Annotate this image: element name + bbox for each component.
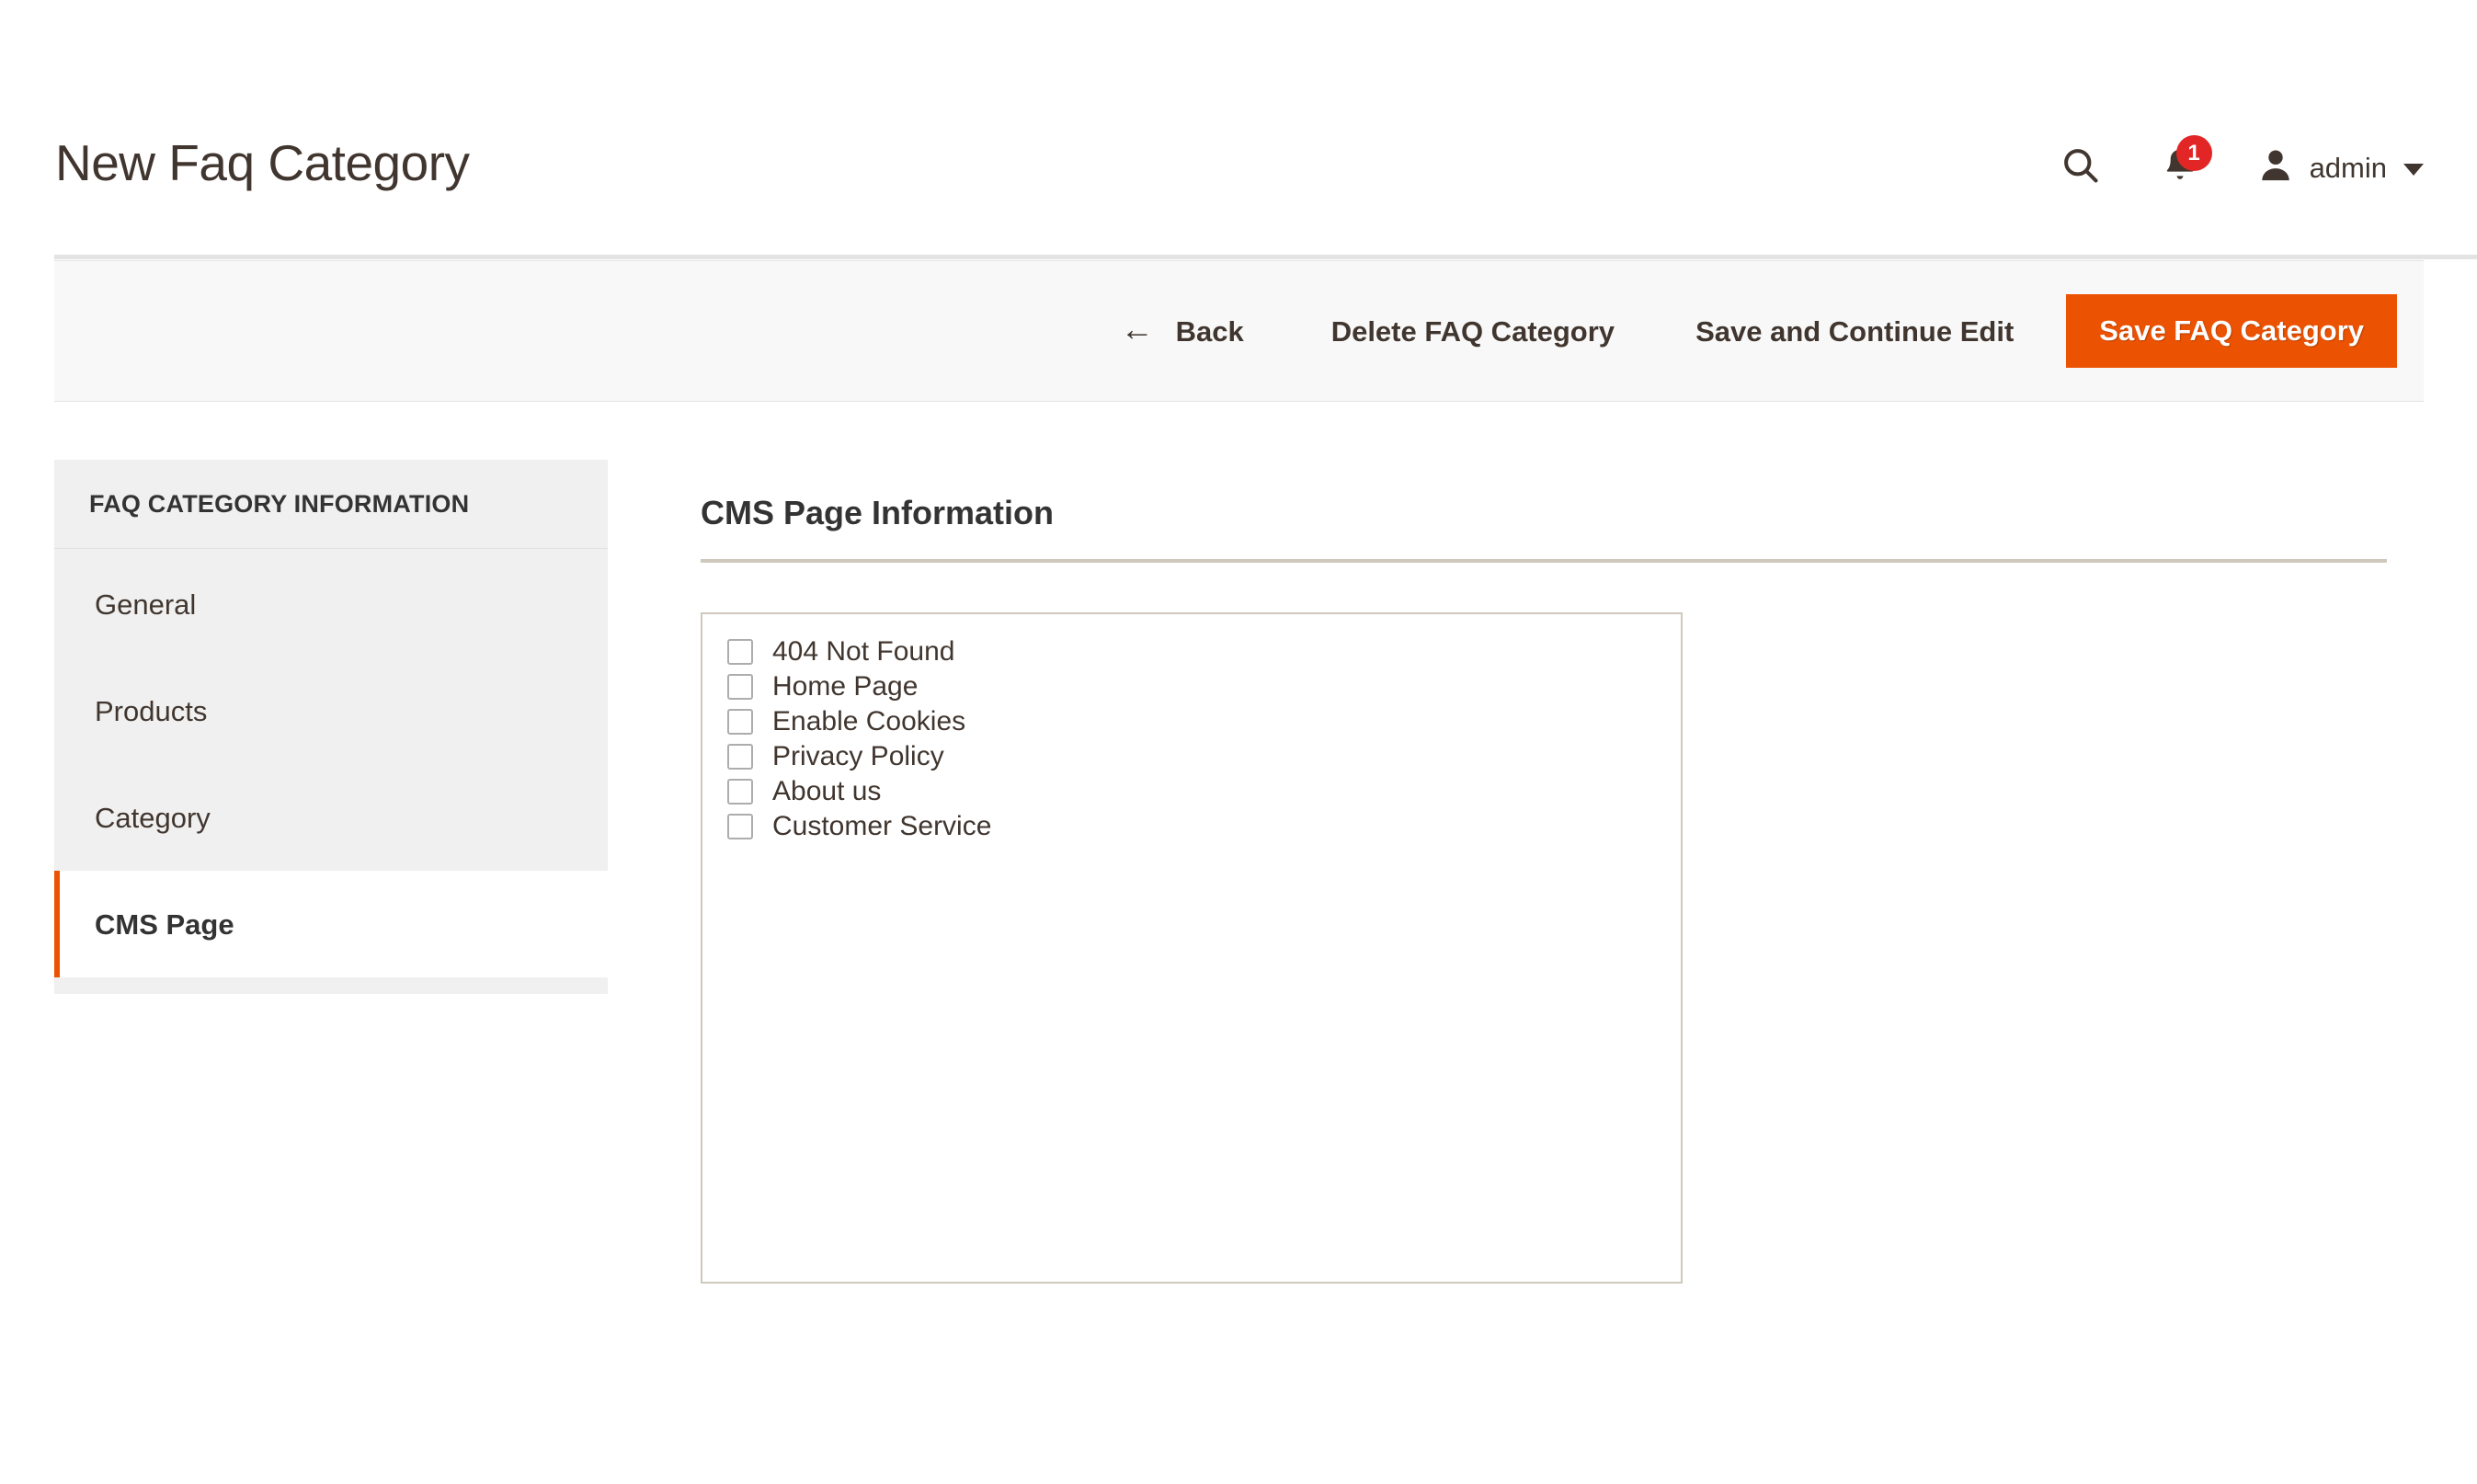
- sidebar-header-label: FAQ CATEGORY INFORMATION: [89, 489, 470, 518]
- header-divider: [54, 255, 2477, 259]
- save-and-continue-edit-button[interactable]: Save and Continue Edit: [1695, 317, 2014, 346]
- admin-menu-button[interactable]: admin: [2256, 146, 2424, 189]
- cms-page-checkbox[interactable]: [727, 779, 753, 805]
- cms-page-label: Enable Cookies: [772, 706, 966, 736]
- cms-page-checkbox[interactable]: [727, 674, 753, 700]
- section-title: CMS Page Information: [701, 497, 2387, 563]
- delete-button-label: Delete FAQ Category: [1330, 314, 1615, 348]
- save-faq-category-button[interactable]: Save FAQ Category: [2066, 294, 2397, 368]
- sidebar-item-list: General Products Category CMS Page: [54, 549, 608, 977]
- cms-page-label: Customer Service: [772, 811, 992, 841]
- cms-page-label: 404 Not Found: [772, 636, 955, 667]
- cms-page-option-about-us[interactable]: About us: [727, 774, 1681, 809]
- sidebar-item-general[interactable]: General: [54, 551, 608, 657]
- cms-page-option-404-not-found[interactable]: 404 Not Found: [727, 634, 1681, 669]
- chevron-down-icon: [2403, 163, 2424, 176]
- cms-page-checkbox[interactable]: [727, 814, 753, 839]
- cms-page-option-privacy-policy[interactable]: Privacy Policy: [727, 739, 1681, 774]
- cms-page-option-home-page[interactable]: Home Page: [727, 669, 1681, 704]
- cms-page-list-box: 404 Not Found Home Page Enable Cookies P…: [701, 612, 1683, 1284]
- sidebar-footer: [54, 977, 608, 994]
- user-avatar-icon: [2256, 146, 2295, 189]
- cms-page-option-customer-service[interactable]: Customer Service: [727, 809, 1681, 844]
- cms-page-checkbox[interactable]: [727, 744, 753, 770]
- sidebar-header: FAQ CATEGORY INFORMATION: [54, 460, 608, 549]
- cms-page-checkbox[interactable]: [727, 709, 753, 735]
- sidebar-item-label: CMS Page: [95, 908, 234, 941]
- header-actions: 1 admin: [2049, 135, 2424, 195]
- save-continue-button-label: Save and Continue Edit: [1695, 314, 2015, 348]
- sidebar-item-label: Products: [95, 694, 208, 727]
- sidebar-item-label: General: [95, 588, 197, 621]
- arrow-left-icon: ←: [1120, 310, 1154, 348]
- page-title: New Faq Category: [55, 134, 470, 191]
- delete-faq-category-button[interactable]: Delete FAQ Category: [1331, 317, 1615, 346]
- notifications-button[interactable]: 1: [2148, 135, 2212, 195]
- main-content: CMS Page Information 404 Not Found Home …: [701, 497, 2387, 1284]
- back-button-label: Back: [1175, 314, 1244, 348]
- sidebar-item-cms-page[interactable]: CMS Page: [54, 871, 608, 977]
- cms-page-checkbox[interactable]: [727, 639, 753, 665]
- cms-page-label: About us: [772, 776, 882, 806]
- page-header: New Faq Category 1 admin: [0, 0, 2477, 255]
- sidebar-item-category[interactable]: Category: [54, 764, 608, 871]
- cms-page-label: Home Page: [772, 671, 919, 702]
- sidebar-item-products[interactable]: Products: [54, 657, 608, 764]
- cms-page-label: Privacy Policy: [772, 741, 944, 771]
- back-button[interactable]: ← Back: [1120, 310, 1244, 348]
- notification-badge: 1: [2175, 135, 2212, 171]
- admin-username: admin: [2309, 151, 2387, 184]
- cms-page-option-enable-cookies[interactable]: Enable Cookies: [727, 704, 1681, 739]
- search-icon: [2060, 144, 2102, 191]
- action-toolbar: ← Back Delete FAQ Category Save and Cont…: [54, 260, 2424, 402]
- sidebar-item-label: Category: [95, 801, 211, 834]
- faq-category-sidebar: FAQ CATEGORY INFORMATION General Product…: [54, 460, 608, 994]
- search-button[interactable]: [2049, 140, 2113, 195]
